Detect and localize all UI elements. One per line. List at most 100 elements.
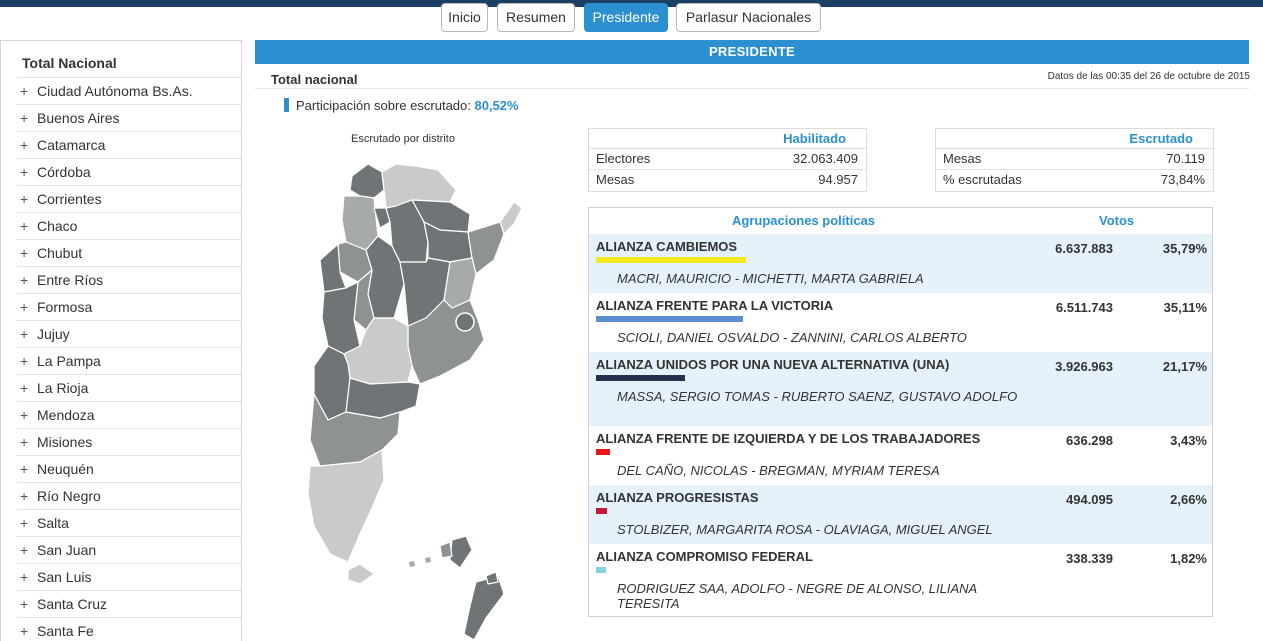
candidate-names: RODRIGUEZ SAA, ADOLFO - NEGRE DE ALONSO,…	[617, 581, 977, 611]
party-color-bar	[596, 508, 607, 514]
col-header-votes: Votos	[1099, 213, 1135, 228]
row-label: Electores	[596, 151, 651, 166]
sidebar-item-neuquen[interactable]: + Neuquén	[17, 455, 241, 482]
map-district-caba[interactable]	[455, 312, 475, 332]
sidebar-item-label: Jujuy	[37, 326, 70, 342]
expand-plus-icon[interactable]: +	[20, 456, 37, 482]
tab-resumen[interactable]: Resumen	[497, 3, 575, 32]
expand-plus-icon[interactable]: +	[20, 78, 37, 104]
expand-plus-icon[interactable]: +	[20, 483, 37, 509]
sidebar-item-chaco[interactable]: + Chaco	[17, 212, 241, 239]
tab-parlasur-nacionales[interactable]: Parlasur Nacionales	[676, 3, 821, 32]
sidebar-item-chubut[interactable]: + Chubut	[17, 239, 241, 266]
sidebar-item-label: Misiones	[37, 434, 93, 450]
result-row: ALIANZA CAMBIEMOS MACRI, MAURICIO - MICHE…	[589, 234, 1212, 293]
expand-plus-icon[interactable]: +	[20, 213, 37, 239]
party-color-bar	[596, 567, 606, 573]
expand-plus-icon[interactable]: +	[20, 186, 37, 212]
expand-plus-icon[interactable]: +	[20, 429, 37, 455]
sidebar-item-san-luis[interactable]: + San Luis	[17, 563, 241, 590]
expand-plus-icon[interactable]: +	[20, 510, 37, 536]
map-district-mendoza[interactable]	[321, 281, 361, 355]
expand-plus-icon[interactable]: +	[20, 132, 37, 158]
vote-percentage: 1,82%	[1170, 551, 1207, 566]
row-label: Mesas	[943, 151, 982, 166]
participation-marker	[284, 98, 289, 112]
sidebar-item-label: Salta	[37, 515, 69, 531]
sidebar-item-rio-negro[interactable]: + Río Negro	[17, 482, 241, 509]
sidebar-item-la-rioja[interactable]: + La Rioja	[17, 374, 241, 401]
party-color-bar	[596, 257, 746, 263]
expand-plus-icon[interactable]: +	[20, 267, 37, 293]
tab-inicio[interactable]: Inicio	[441, 3, 488, 32]
map-isla-tiny-2	[423, 555, 433, 565]
sidebar-item-label: Mendoza	[37, 407, 95, 423]
party-name: ALIANZA FRENTE DE IZQUIERDA Y DE LOS TRA…	[596, 431, 981, 446]
sidebar-item-ciudad-autonoma-bs-as[interactable]: + Ciudad Autónoma Bs.As.	[17, 77, 241, 104]
map-district-tierra-del-fuego[interactable]	[347, 563, 375, 585]
sidebar-item-cordoba[interactable]: + Córdoba	[17, 158, 241, 185]
expand-plus-icon[interactable]: +	[20, 105, 37, 131]
vote-percentage: 35,79%	[1162, 241, 1207, 256]
sidebar-item-label: Córdoba	[37, 164, 91, 180]
candidate-names: STOLBIZER, MARGARITA ROSA - OLAVIAGA, MI…	[617, 522, 993, 537]
sidebar-item-san-juan[interactable]: + San Juan	[17, 536, 241, 563]
escrutado-row-pct: % escrutadas 73,84%	[936, 170, 1213, 191]
expand-plus-icon[interactable]: +	[20, 591, 37, 617]
sidebar-item-jujuy[interactable]: + Jujuy	[17, 320, 241, 347]
map-isla-tiny	[407, 559, 417, 569]
sidebar-item-formosa[interactable]: + Formosa	[17, 293, 241, 320]
party-color-bar	[596, 449, 610, 455]
row-value: 73,84%	[1160, 172, 1205, 187]
sidebar-item-catamarca[interactable]: + Catamarca	[17, 131, 241, 158]
candidate-names: MACRI, MAURICIO - MICHETTI, MARTA GABRIE…	[617, 271, 924, 286]
vote-count: 636.298	[1066, 433, 1113, 448]
sidebar-item-entre-rios[interactable]: + Entre Ríos	[17, 266, 241, 293]
expand-plus-icon[interactable]: +	[20, 537, 37, 563]
expand-plus-icon[interactable]: +	[20, 240, 37, 266]
expand-plus-icon[interactable]: +	[20, 402, 37, 428]
section-title: Total nacional	[271, 72, 358, 87]
map-district-misiones[interactable]	[499, 201, 523, 235]
sidebar-item-misiones[interactable]: + Misiones	[17, 428, 241, 455]
col-header-parties: Agrupaciones políticas	[732, 213, 876, 228]
party-color-bar	[596, 375, 685, 381]
sidebar-item-label: Santa Fe	[37, 623, 94, 639]
map-district-rio-negro[interactable]	[345, 377, 421, 419]
expand-plus-icon[interactable]: +	[20, 375, 37, 401]
map-district-santa-cruz[interactable]	[307, 449, 385, 563]
row-label: Mesas	[596, 172, 635, 187]
map-islas-malvinas	[449, 535, 473, 569]
vote-percentage: 2,66%	[1170, 492, 1207, 507]
participation-summary: Participación sobre escrutado: 80,52%	[284, 98, 519, 113]
sidebar-title-total-nacional[interactable]: Total Nacional	[22, 55, 117, 71]
expand-plus-icon[interactable]: +	[20, 618, 37, 641]
sidebar-item-santa-fe[interactable]: + Santa Fe	[17, 617, 241, 641]
sidebar-item-buenos-aires[interactable]: + Buenos Aires	[17, 104, 241, 131]
vote-count: 494.095	[1066, 492, 1113, 507]
result-row: ALIANZA FRENTE DE IZQUIERDA Y DE LOS TRA…	[589, 426, 1212, 485]
party-color-bar	[596, 316, 743, 322]
expand-plus-icon[interactable]: +	[20, 321, 37, 347]
tab-presidente[interactable]: Presidente	[584, 3, 668, 32]
sidebar-item-label: Catamarca	[37, 137, 106, 153]
vote-count: 338.339	[1066, 551, 1113, 566]
candidate-names: SCIOLI, DANIEL OSVALDO - ZANNINI, CARLOS…	[617, 330, 967, 345]
map-isla-small	[485, 571, 499, 585]
sidebar-item-corrientes[interactable]: + Corrientes	[17, 185, 241, 212]
sidebar-item-mendoza[interactable]: + Mendoza	[17, 401, 241, 428]
sidebar-item-label: Neuquén	[37, 461, 94, 477]
map-district-jujuy[interactable]	[349, 163, 385, 199]
habilitado-row-mesas: Mesas 94.957	[589, 170, 866, 191]
expand-plus-icon[interactable]: +	[20, 159, 37, 185]
sidebar-item-salta[interactable]: + Salta	[17, 509, 241, 536]
argentina-district-map	[307, 163, 523, 641]
sidebar-item-la-pampa[interactable]: + La Pampa	[17, 347, 241, 374]
sidebar-item-santa-cruz[interactable]: + Santa Cruz	[17, 590, 241, 617]
results-table: Agrupaciones políticas Votos ALIANZA CAM…	[588, 207, 1213, 617]
main-nav-tabs: Inicio Resumen Presidente Parlasur Nacio…	[0, 3, 1263, 33]
expand-plus-icon[interactable]: +	[20, 294, 37, 320]
sidebar-item-label: Entre Ríos	[37, 272, 104, 288]
expand-plus-icon[interactable]: +	[20, 564, 37, 590]
expand-plus-icon[interactable]: +	[20, 348, 37, 374]
